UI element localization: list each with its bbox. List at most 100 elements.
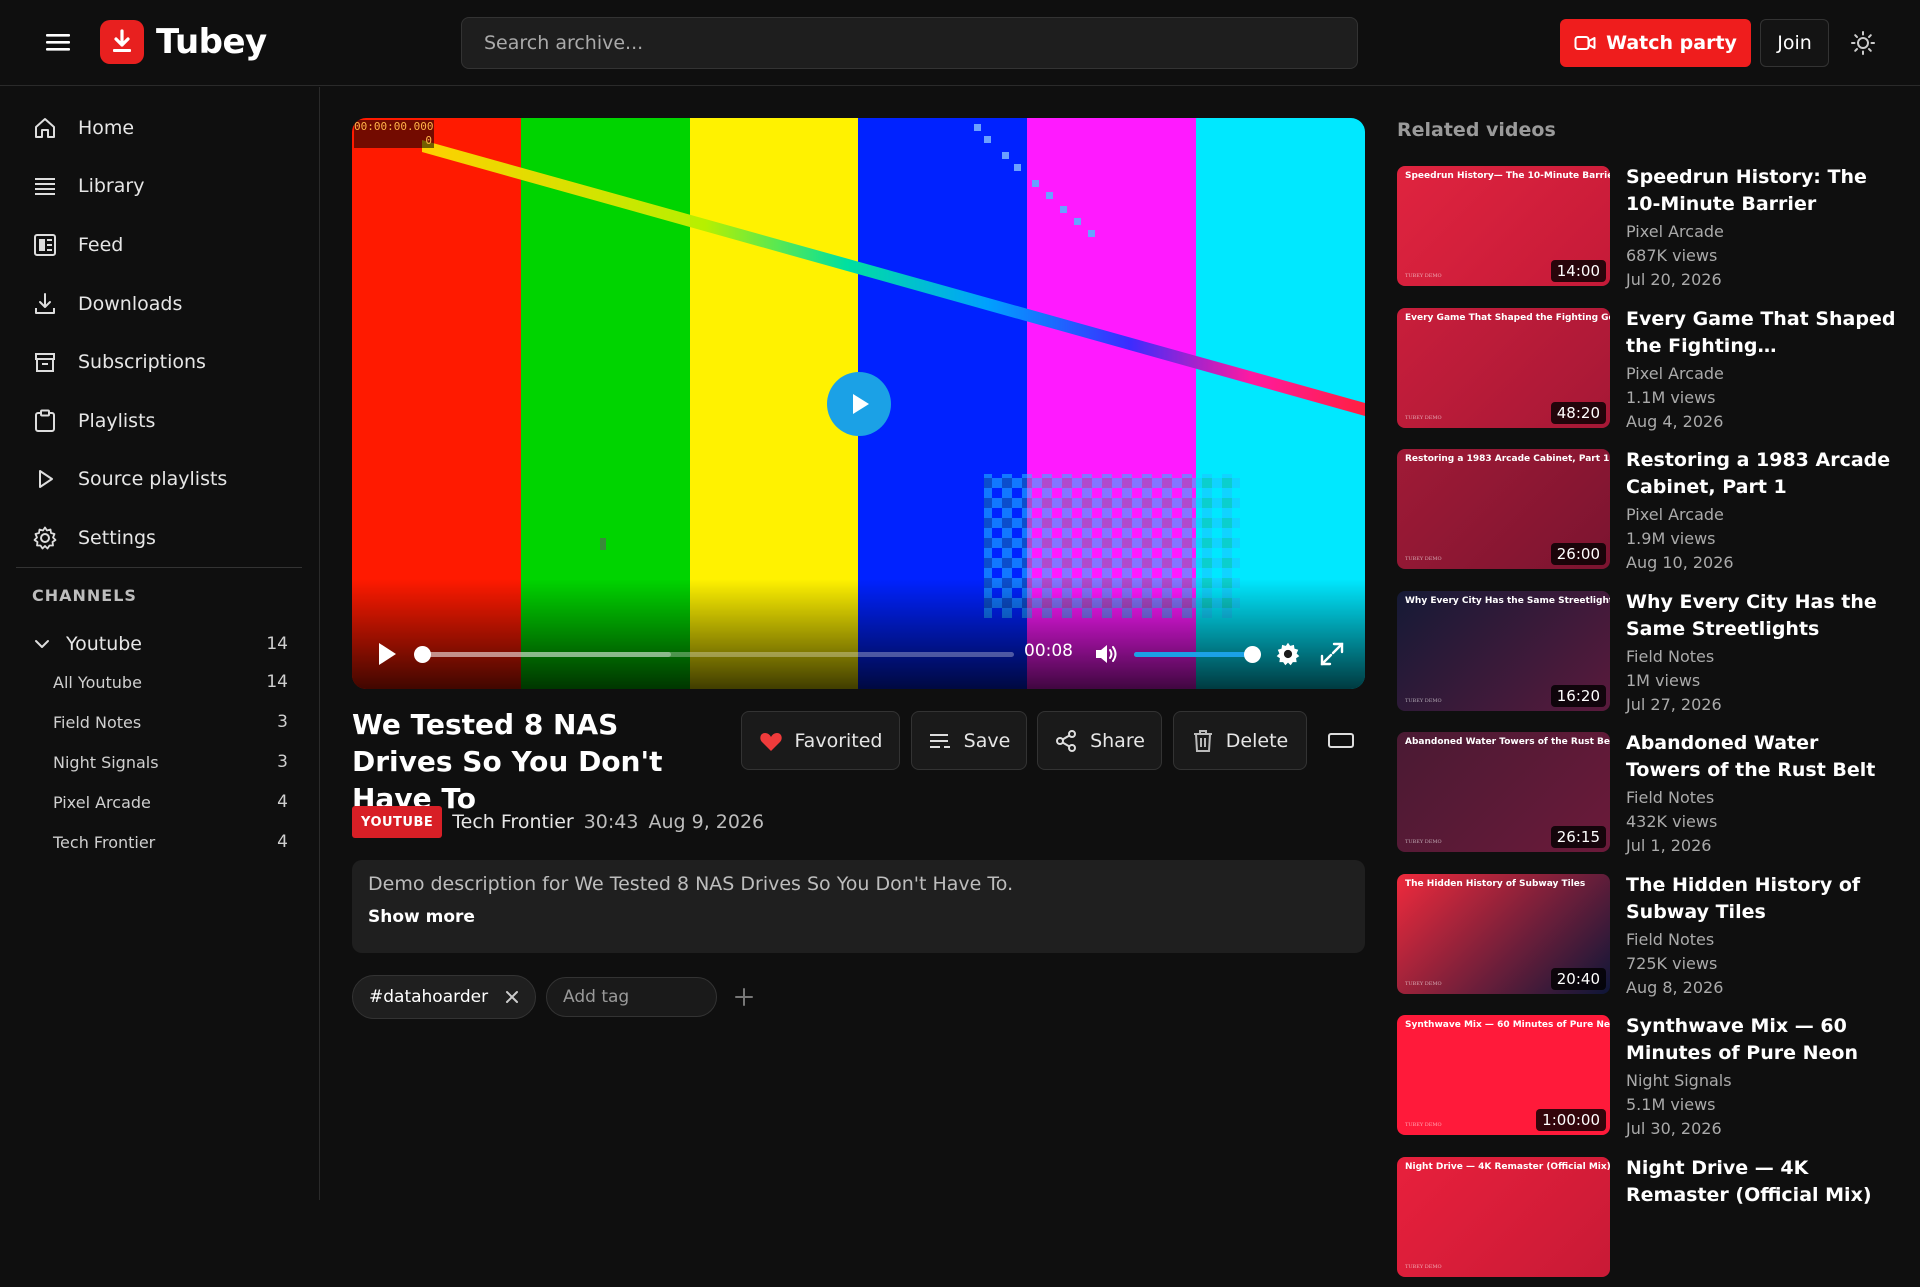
related-title[interactable]: Every Game That Shaped the Fighting… [1626,306,1896,360]
channel-item[interactable]: Field Notes 3 [53,707,288,737]
subscriptions-icon [35,353,55,372]
channel-label: Night Signals [53,752,159,772]
related-video-card[interactable]: The Hidden History of Subway Tiles TUBEY … [1397,872,1897,1004]
sidebar-item-home[interactable]: Home [32,108,134,148]
big-play-button[interactable] [827,372,891,436]
video-player[interactable]: 00:00:00.000 0 00:08 [352,118,1365,689]
channel-item[interactable]: All Youtube 14 [53,667,288,697]
related-title[interactable]: Restoring a 1983 Arcade Cabinet, Part 1 [1626,447,1896,501]
related-video-card[interactable]: Why Every City Has the Same Streetlights… [1397,589,1897,721]
search-input[interactable] [461,17,1358,69]
logo[interactable]: Tubey [100,20,267,64]
related-title[interactable]: Synthwave Mix — 60 Minutes of Pure Neon [1626,1013,1896,1067]
chevron-down-icon [35,640,49,648]
progress-bar[interactable] [414,646,1014,663]
video-thumbnail[interactable]: Night Drive — 4K Remaster (Official Mix)… [1397,1156,1610,1277]
watch-party-label: Watch party [1606,32,1737,54]
related-channel: Night Signals [1626,1071,1732,1090]
related-video-card[interactable]: Abandoned Water Towers of the Rust Belt T… [1397,732,1897,862]
sidebar-item-downloads[interactable]: Downloads [32,284,182,324]
video-title: We Tested 8 NAS Drives So You Don't Have… [352,708,663,815]
related-title[interactable]: Why Every City Has the Same Streetlights [1626,589,1896,643]
add-tag-input[interactable] [546,977,717,1017]
video-thumbnail[interactable]: The Hidden History of Subway Tiles TUBEY … [1397,873,1610,994]
video-camera-icon [1574,36,1596,50]
thumbnail-title: The Hidden History of Subway Tiles [1405,878,1586,889]
sidebar-item-label: Home [78,117,135,139]
volume-slider[interactable] [1134,646,1261,663]
sidebar-item-playlists[interactable]: Playlists [32,401,155,441]
video-thumbnail[interactable]: Synthwave Mix — 60 Minutes of Pure Neon T… [1397,1015,1610,1135]
current-time: 00:08 [1024,641,1073,661]
share-label: Share [1090,729,1145,752]
video-thumbnail[interactable]: Every Game That Shaped the Fighting Genr… [1397,307,1610,428]
thumbnail-title: Synthwave Mix — 60 Minutes of Pure Neon [1405,1020,1610,1030]
video-thumbnail[interactable]: Speedrun History— The 10-Minute Barrier T… [1397,166,1610,286]
volume-icon[interactable] [1092,640,1120,668]
related-channel: Pixel Arcade [1626,363,1724,383]
favorited-button[interactable]: Favorited [741,711,900,770]
thumbnail-title: Restoring a 1983 Arcade Cabinet, Part 1 [1405,454,1610,464]
video-thumbnail[interactable]: Restoring a 1983 Arcade Cabinet, Part 1 T… [1397,449,1610,569]
theater-mode-icon[interactable] [1327,727,1355,753]
show-more-button[interactable]: Show more [368,907,1349,927]
channel-item[interactable]: Night Signals 3 [53,747,288,777]
thumbnail-title: Every Game That Shaped the Fighting Genr… [1405,312,1610,323]
channel-count: 4 [277,792,288,812]
controls-gradient [352,579,1365,689]
duration-badge: 48:20 [1550,401,1606,424]
menu-icon[interactable] [44,28,72,56]
related-video-card[interactable]: Restoring a 1983 Arcade Cabinet, Part 1 T… [1397,449,1897,579]
volume-handle[interactable] [1244,646,1261,663]
video-thumbnail[interactable]: Why Every City Has the Same Streetlights… [1397,590,1610,711]
sidebar: Home Library Feed Downloads Subscription… [0,87,320,1200]
video-thumbnail[interactable]: Abandoned Water Towers of the Rust Belt T… [1397,732,1610,852]
sidebar-divider [16,567,302,568]
sidebar-item-library[interactable]: Library [32,166,144,206]
delete-label: Delete [1225,729,1289,752]
related-video-card[interactable]: Every Game That Shaped the Fighting Genr… [1397,306,1897,438]
channel-name[interactable]: Tech Frontier [452,811,573,833]
close-icon[interactable] [504,989,520,1005]
channel-label: Pixel Arcade [53,792,151,812]
sidebar-item-source-playlists[interactable]: Source playlists [32,459,227,499]
channel-item[interactable]: Tech Frontier 4 [53,827,288,857]
join-button[interactable]: Join [1760,19,1829,67]
tag-chip[interactable]: #datahoarder [352,975,536,1019]
sidebar-item-label: Library [78,175,145,197]
video-meta: YOUTUBE Tech Frontier 30:43 Aug 9, 2026 [352,806,764,838]
sidebar-item-label: Source playlists [78,468,228,490]
plus-icon[interactable] [733,986,755,1008]
settings-gear-icon[interactable] [1274,640,1302,668]
fullscreen-icon[interactable] [1318,640,1346,668]
watch-party-button[interactable]: Watch party [1560,19,1751,67]
related-title[interactable]: Night Drive — 4K Remaster (Official Mix) [1626,1155,1896,1209]
play-button[interactable] [374,641,400,667]
related-views: 5.1M views [1626,1095,1716,1114]
related-title[interactable]: Abandoned Water Towers of the Rust Belt [1626,730,1896,784]
sidebar-item-subscriptions[interactable]: Subscriptions [32,342,206,382]
sidebar-item-settings[interactable]: Settings [32,518,156,558]
delete-button[interactable]: Delete [1173,711,1307,770]
sidebar-item-feed[interactable]: Feed [32,225,123,265]
play-icon [379,643,396,665]
related-title[interactable]: The Hidden History of Subway Tiles [1626,872,1896,926]
save-button[interactable]: Save [911,711,1027,770]
channel-count: 14 [266,672,288,692]
related-video-card[interactable]: Synthwave Mix — 60 Minutes of Pure Neon T… [1397,1015,1897,1145]
thumbnail-title: Night Drive — 4K Remaster (Official Mix) [1405,1161,1610,1172]
thumbnail-brand: TUBEY DEMO [1405,414,1442,421]
video-date: Aug 9, 2026 [648,811,765,833]
related-channel: Field Notes [1626,646,1715,666]
share-button[interactable]: Share [1037,711,1162,770]
related-heading: Related videos [1397,119,1556,141]
related-title[interactable]: Speedrun History: The 10-Minute Barrier [1626,164,1896,218]
sun-icon[interactable] [1850,30,1876,56]
related-video-card[interactable]: Speedrun History— The 10-Minute Barrier T… [1397,166,1897,296]
progress-handle[interactable] [414,646,431,663]
related-video-card[interactable]: Night Drive — 4K Remaster (Official Mix)… [1397,1155,1897,1287]
related-views: 1.1M views [1626,387,1716,407]
timecode-text: 00:00:00.000 [354,120,434,133]
channel-group-youtube[interactable]: Youtube 14 [32,627,288,661]
channel-item[interactable]: Pixel Arcade 4 [53,787,288,817]
